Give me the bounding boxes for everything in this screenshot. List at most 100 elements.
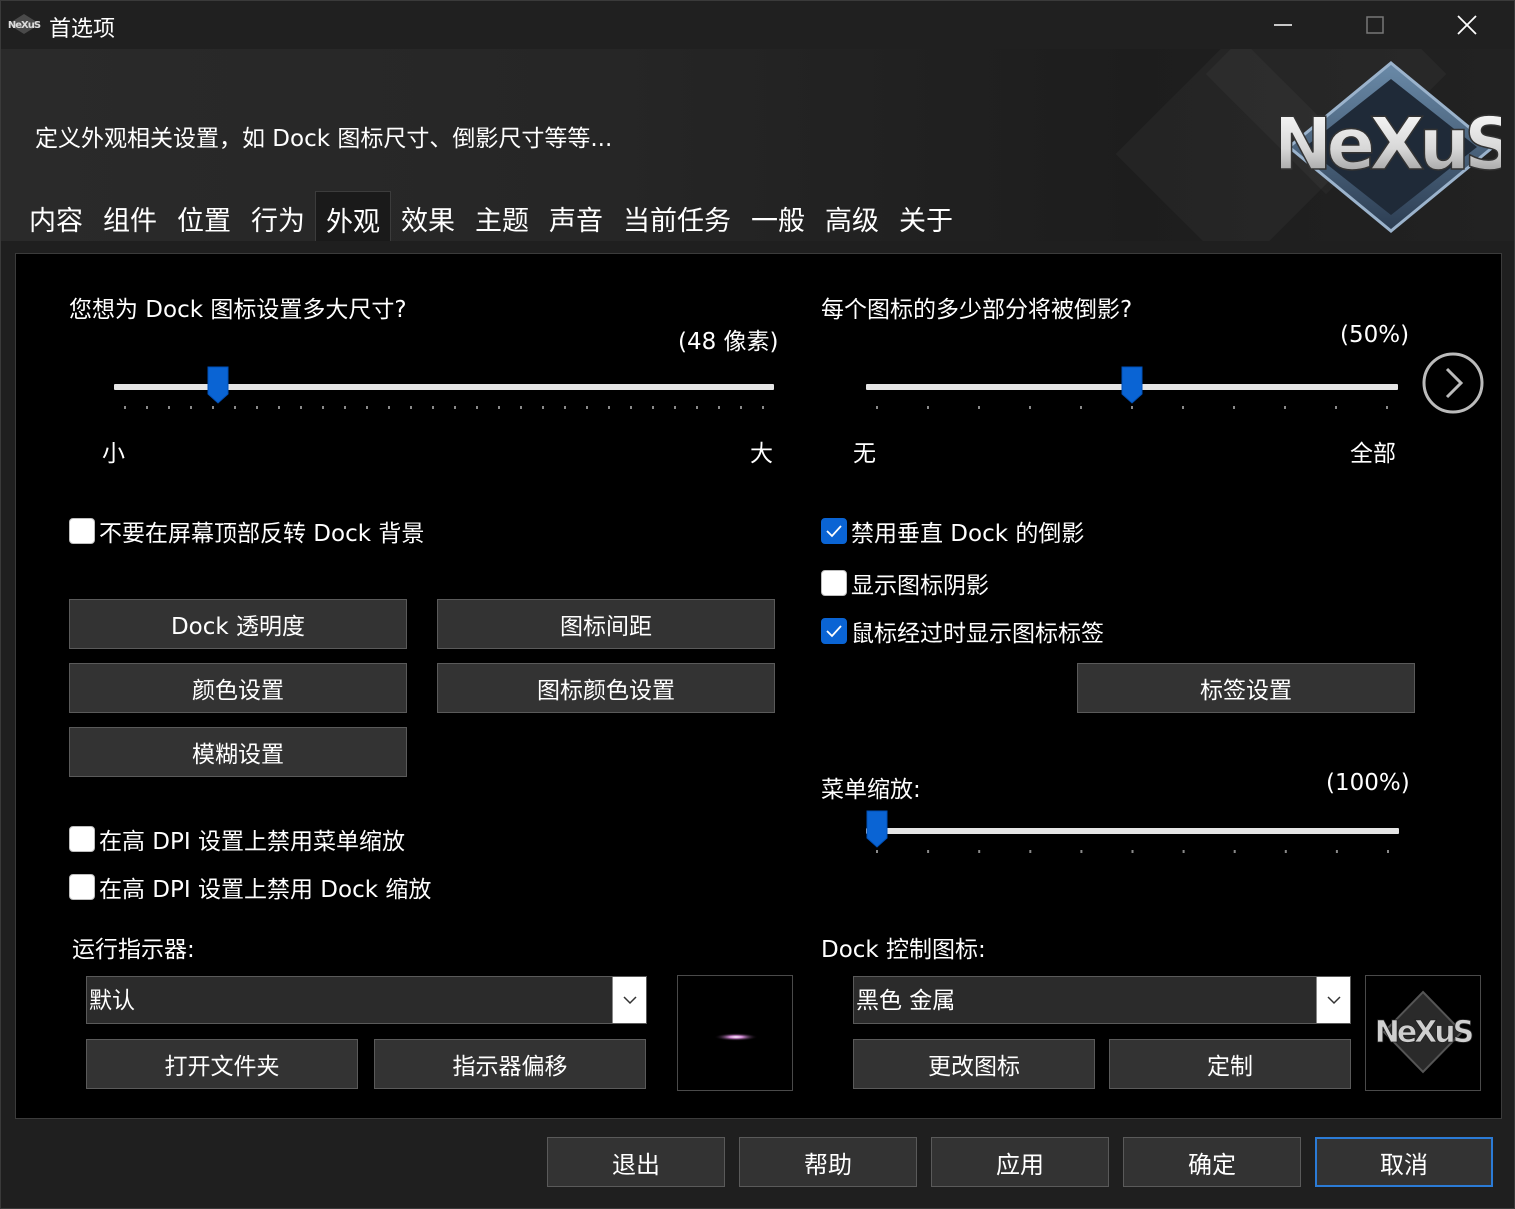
- slider-tick: [432, 406, 434, 409]
- blur-settings-button[interactable]: 模糊设置: [69, 727, 407, 777]
- next-page-button[interactable]: [1421, 351, 1485, 415]
- slider-tick: [454, 406, 456, 409]
- checkbox-checked[interactable]: [821, 618, 847, 644]
- svg-text:NeXuS: NeXuS: [8, 20, 41, 31]
- cancel-button[interactable]: 取消: [1315, 1137, 1493, 1187]
- slider-tick: [1029, 850, 1032, 853]
- slider-tick: [190, 406, 192, 409]
- checkbox-unchecked[interactable]: [69, 874, 95, 900]
- header-description: 定义外观相关设置，如 Dock 图标尺寸、倒影尺寸等等...: [35, 126, 613, 152]
- dock-control-icon-value: 黑色 金属: [856, 988, 956, 1014]
- maximize-button[interactable]: [1329, 1, 1421, 49]
- customize-button[interactable]: 定制: [1109, 1039, 1351, 1089]
- icon-spacing-button[interactable]: 图标间距: [437, 599, 775, 649]
- running-indicator-label: 运行指示器:: [72, 937, 195, 963]
- minimize-button[interactable]: [1237, 1, 1329, 49]
- tab-4[interactable]: 外观: [315, 191, 391, 241]
- apply-button[interactable]: 应用: [931, 1137, 1109, 1187]
- dropdown-arrow[interactable]: [612, 977, 646, 1023]
- tab-9[interactable]: 一般: [741, 191, 815, 241]
- tab-2[interactable]: 位置: [167, 191, 241, 241]
- icon-size-value: (48 像素): [678, 329, 779, 355]
- checkbox-unchecked[interactable]: [821, 570, 847, 596]
- slider-thumb[interactable]: [1121, 366, 1143, 404]
- slider-tick: [1386, 406, 1388, 409]
- reflection-max-label: 全部: [1350, 441, 1396, 467]
- chevron-right-icon: [1422, 352, 1484, 414]
- tab-5[interactable]: 效果: [391, 191, 465, 241]
- slider-tick: [146, 406, 148, 409]
- open-folder-button[interactable]: 打开文件夹: [86, 1039, 358, 1089]
- no-flip-top-checkbox[interactable]: 不要在屏幕顶部反转 Dock 背景: [69, 514, 424, 548]
- slider-tick: [1233, 850, 1236, 853]
- tab-8[interactable]: 当前任务: [613, 191, 741, 241]
- icon-color-settings-button[interactable]: 图标颜色设置: [437, 663, 775, 713]
- slider-tick: [388, 406, 390, 409]
- slider-tick: [1182, 406, 1184, 409]
- disable-dock-scaling-dpi-checkbox[interactable]: 在高 DPI 设置上禁用 Dock 缩放: [69, 870, 431, 904]
- slider-tick: [1080, 406, 1082, 409]
- tab-3[interactable]: 行为: [241, 191, 315, 241]
- checkbox-label: 鼠标经过时显示图标标签: [851, 621, 1104, 647]
- icon-size-question: 您想为 Dock 图标设置多大尺寸?: [69, 297, 407, 323]
- tab-0[interactable]: 内容: [19, 191, 93, 241]
- help-button[interactable]: 帮助: [739, 1137, 917, 1187]
- close-button[interactable]: [1421, 1, 1513, 49]
- indicator-offset-button[interactable]: 指示器偏移: [374, 1039, 646, 1089]
- slider-ticks: [876, 850, 1389, 853]
- slider-tick: [322, 406, 324, 409]
- slider-tick: [978, 850, 981, 853]
- checkbox-unchecked[interactable]: [69, 518, 95, 544]
- checkbox-checked[interactable]: [821, 518, 847, 544]
- checkbox-label: 不要在屏幕顶部反转 Dock 背景: [99, 521, 425, 547]
- preferences-window: NeXuS 首选项 定义外观相关设置，如 Dock 图标尺寸、倒影尺寸等等...: [0, 0, 1515, 1209]
- slider-thumb[interactable]: [207, 366, 229, 404]
- slider-tick: [212, 406, 214, 409]
- slider-tick: [1131, 406, 1133, 409]
- slider-tick: [234, 406, 236, 409]
- tab-1[interactable]: 组件: [93, 191, 167, 241]
- title-bar: NeXuS 首选项: [1, 1, 1514, 49]
- slider-tick: [344, 406, 346, 409]
- slider-thumb[interactable]: [866, 810, 888, 848]
- tab-11[interactable]: 关于: [889, 191, 963, 241]
- show-labels-hover-checkbox[interactable]: 鼠标经过时显示图标标签: [821, 614, 1104, 648]
- disable-vertical-reflection-checkbox[interactable]: 禁用垂直 Dock 的倒影: [821, 514, 1084, 548]
- slider-tick: [1080, 850, 1083, 853]
- slider-tick: [740, 406, 742, 409]
- dock-control-icon-select[interactable]: 黑色 金属: [853, 976, 1351, 1024]
- tab-7[interactable]: 声音: [539, 191, 613, 241]
- tab-6[interactable]: 主题: [465, 191, 539, 241]
- color-settings-button[interactable]: 颜色设置: [69, 663, 407, 713]
- label-settings-button[interactable]: 标签设置: [1077, 663, 1415, 713]
- show-icon-shadow-checkbox[interactable]: 显示图标阴影: [821, 566, 989, 600]
- ok-button[interactable]: 确定: [1123, 1137, 1301, 1187]
- slider-tick: [542, 406, 544, 409]
- icon-size-min-label: 小: [102, 441, 125, 467]
- slider-tick: [124, 406, 126, 409]
- dock-opacity-button[interactable]: Dock 透明度: [69, 599, 407, 649]
- slider-tick: [876, 406, 878, 409]
- disable-menu-scaling-dpi-checkbox[interactable]: 在高 DPI 设置上禁用菜单缩放: [69, 822, 405, 856]
- slider-tick: [1284, 406, 1286, 409]
- slider-tick: [696, 406, 698, 409]
- checkbox-unchecked[interactable]: [69, 826, 95, 852]
- checkmark-icon: [826, 525, 842, 538]
- slider-tick: [1387, 850, 1389, 853]
- exit-button[interactable]: 退出: [547, 1137, 725, 1187]
- tab-10[interactable]: 高级: [815, 191, 889, 241]
- slider-tick: [978, 406, 980, 409]
- slider-ticks: [124, 406, 764, 409]
- running-indicator-select[interactable]: 默认: [86, 976, 647, 1024]
- slider-tick: [586, 406, 588, 409]
- slider-tick: [927, 850, 930, 853]
- slider-tick: [564, 406, 566, 409]
- menu-scale-label: 菜单缩放:: [821, 777, 921, 803]
- indicator-glow-icon: [714, 1033, 758, 1041]
- change-icon-button[interactable]: 更改图标: [853, 1039, 1095, 1089]
- dropdown-arrow[interactable]: [1316, 977, 1350, 1023]
- slider-tick: [608, 406, 610, 409]
- svg-text:NeXuS: NeXuS: [1281, 102, 1501, 186]
- dock-control-icon-label: Dock 控制图标:: [821, 937, 986, 963]
- slider-tick: [1029, 406, 1031, 409]
